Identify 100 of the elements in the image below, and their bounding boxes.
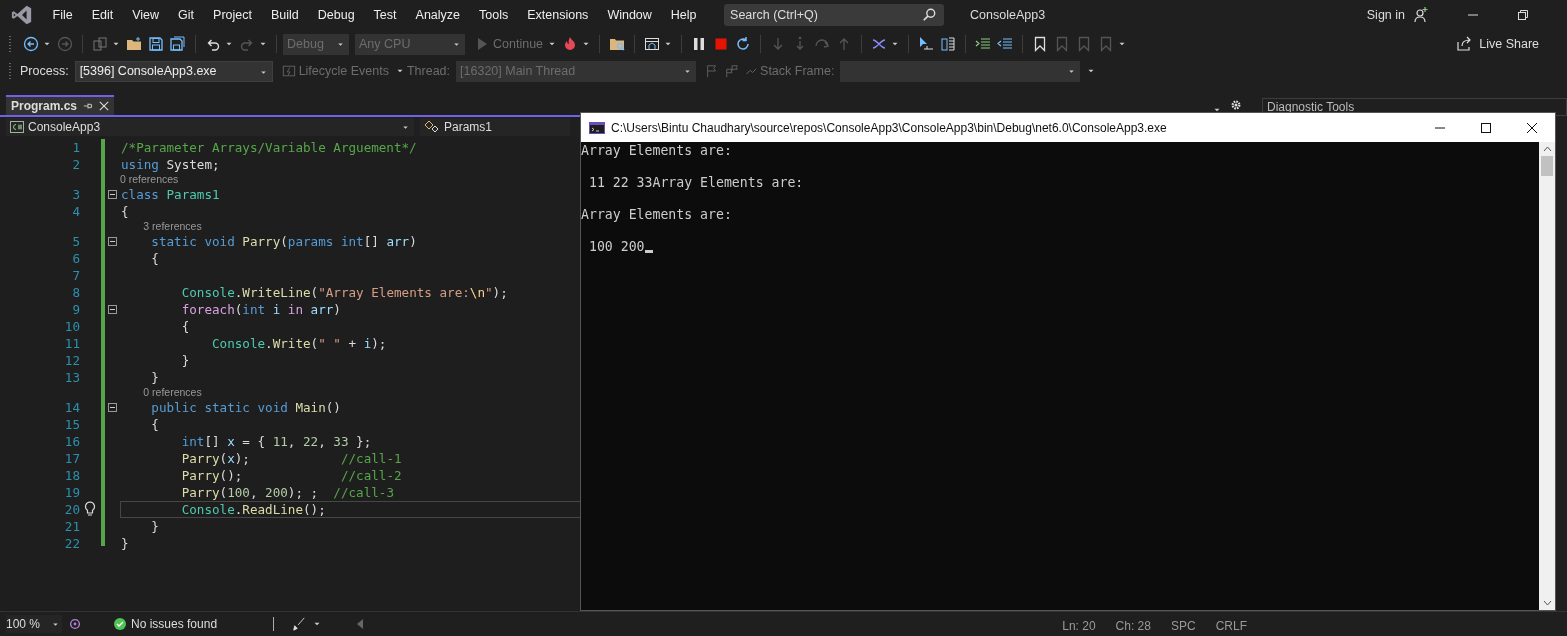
lightning-icon[interactable] [281,64,296,78]
close-icon[interactable] [1526,121,1538,134]
person-add-icon[interactable] [1413,7,1429,23]
code-line: { [180,319,190,334]
folder-search-icon[interactable] [609,36,626,52]
line-number: 12 [64,353,80,368]
menu-item[interactable]: File [43,8,83,22]
menu-item[interactable]: Test [364,8,407,22]
code-line: foreach(int i in arr) [180,302,341,317]
scroll-down-icon[interactable] [1542,600,1552,606]
line-number: 17 [64,451,80,466]
code-line: /*Parameter Arrays/Variable Arguement*/ [121,140,417,155]
references-link[interactable]: 0 references [120,173,179,186]
project-dropdown[interactable]: ConsoleApp3 [6,118,414,136]
line-number: 10 [64,319,80,334]
line-number: 8 [72,285,80,300]
outdent-icon[interactable] [997,36,1014,52]
menu-item[interactable]: Edit [82,8,123,22]
scroll-thumb[interactable] [1541,156,1553,176]
code-line: } [121,536,129,551]
save-all-icon[interactable] [170,36,186,52]
console-icon [589,121,605,134]
code-line: } [150,519,159,534]
collapse-icon[interactable] [108,403,117,412]
line-number: 18 [64,468,80,483]
code-line: { [150,417,159,432]
code-line: Console.ReadLine(); [180,502,326,517]
scroll-up-icon[interactable] [1542,146,1552,152]
line-number: 4 [72,204,80,219]
logo-icon [11,4,33,26]
menu-item[interactable]: Git [168,8,204,22]
save-icon[interactable] [148,36,164,52]
class-icon [424,120,440,134]
line-number: 15 [64,417,80,432]
whitespace-mode[interactable]: SPC [1170,615,1196,633]
thread-icon[interactable] [871,36,888,52]
csharp-project-icon [10,121,24,133]
live-share-button[interactable]: Live Share [1479,37,1539,51]
line-number: 22 [64,536,80,551]
scrollbar[interactable] [1539,142,1555,610]
line-number: 6 [72,251,80,266]
stack-icon[interactable] [940,36,957,52]
restart-icon[interactable] [735,36,752,52]
stop-icon[interactable] [713,36,730,52]
menu-item[interactable]: View [122,8,169,22]
code-line: using System; [121,157,220,172]
menu-item[interactable]: Tools [469,8,518,22]
menu-item[interactable]: Help [661,8,707,22]
maximize-icon[interactable] [1480,121,1492,134]
search-field[interactable]: Search (Ctrl+Q) [724,4,945,26]
line-number: 11 [64,336,80,351]
thread-label: Thread: [406,64,451,78]
console-output-line: Array Elements are: [581,143,732,158]
menu-item[interactable]: Window [597,8,662,22]
issues-status[interactable]: No issues found [131,617,218,631]
line-number: 2 [72,157,80,172]
references-link[interactable]: 3 references [143,220,202,233]
caret-icon [51,620,60,629]
zoom-dropdown[interactable]: 100 % [6,615,62,633]
line-number: 5 [72,234,80,249]
process-dropdown[interactable]: [5396] ConsoleApp3.exe [74,60,273,82]
window-title: C:\Users\Bintu Chaudhary\source\repos\ConsoleApp3\ConsoleApp3\bin\Debug\net6.0\ConsoleApp3.exe [611,120,1167,135]
check-circle-icon [114,618,126,630]
panel-title: Diagnostic Tools [1267,100,1355,114]
lightbulb-icon[interactable] [83,501,97,517]
line-number: 1 [72,140,80,155]
window-icon[interactable] [644,36,661,52]
caret-icon [401,123,410,132]
sign-in-link[interactable]: Sign in [1366,8,1405,22]
line-ending[interactable]: CRLF [1215,615,1247,633]
collapse-icon[interactable] [108,237,117,246]
menu-item[interactable]: Extensions [517,8,598,22]
code-line: } [180,353,190,368]
restore-icon[interactable] [1517,9,1529,21]
console-output-line: 11 22 33Array Elements are: [587,175,804,190]
code-line: { [150,251,159,266]
menu-item[interactable]: Build [261,8,309,22]
console-output-line: 100 200 [587,239,645,254]
brush-icon[interactable] [292,617,307,631]
settings-icon[interactable] [1230,99,1242,111]
share-icon[interactable] [1456,36,1473,52]
file-tab[interactable]: Program.cs [6,95,115,115]
menu-item[interactable]: Project [203,8,262,22]
pin-icon[interactable] [83,101,94,111]
collapse-icon[interactable] [108,190,117,199]
cursor-icon[interactable] [918,36,935,52]
code-line: { [121,204,129,219]
menu-item[interactable]: Debug [308,8,365,22]
line-number: 20 [64,502,80,517]
references-link[interactable]: 0 references [143,386,202,399]
indent-icon[interactable] [975,36,992,52]
new-project-icon[interactable] [92,36,108,52]
open-folder-icon[interactable] [126,36,142,52]
scroll-left-icon[interactable] [356,619,365,629]
member-dropdown[interactable]: Params1 [420,118,570,136]
back-icon[interactable] [23,36,39,52]
menu-item[interactable]: Analyze [406,8,470,22]
code-line: class Params1 [121,187,220,202]
line-number: 3 [72,187,80,202]
collapse-icon[interactable] [108,305,117,314]
